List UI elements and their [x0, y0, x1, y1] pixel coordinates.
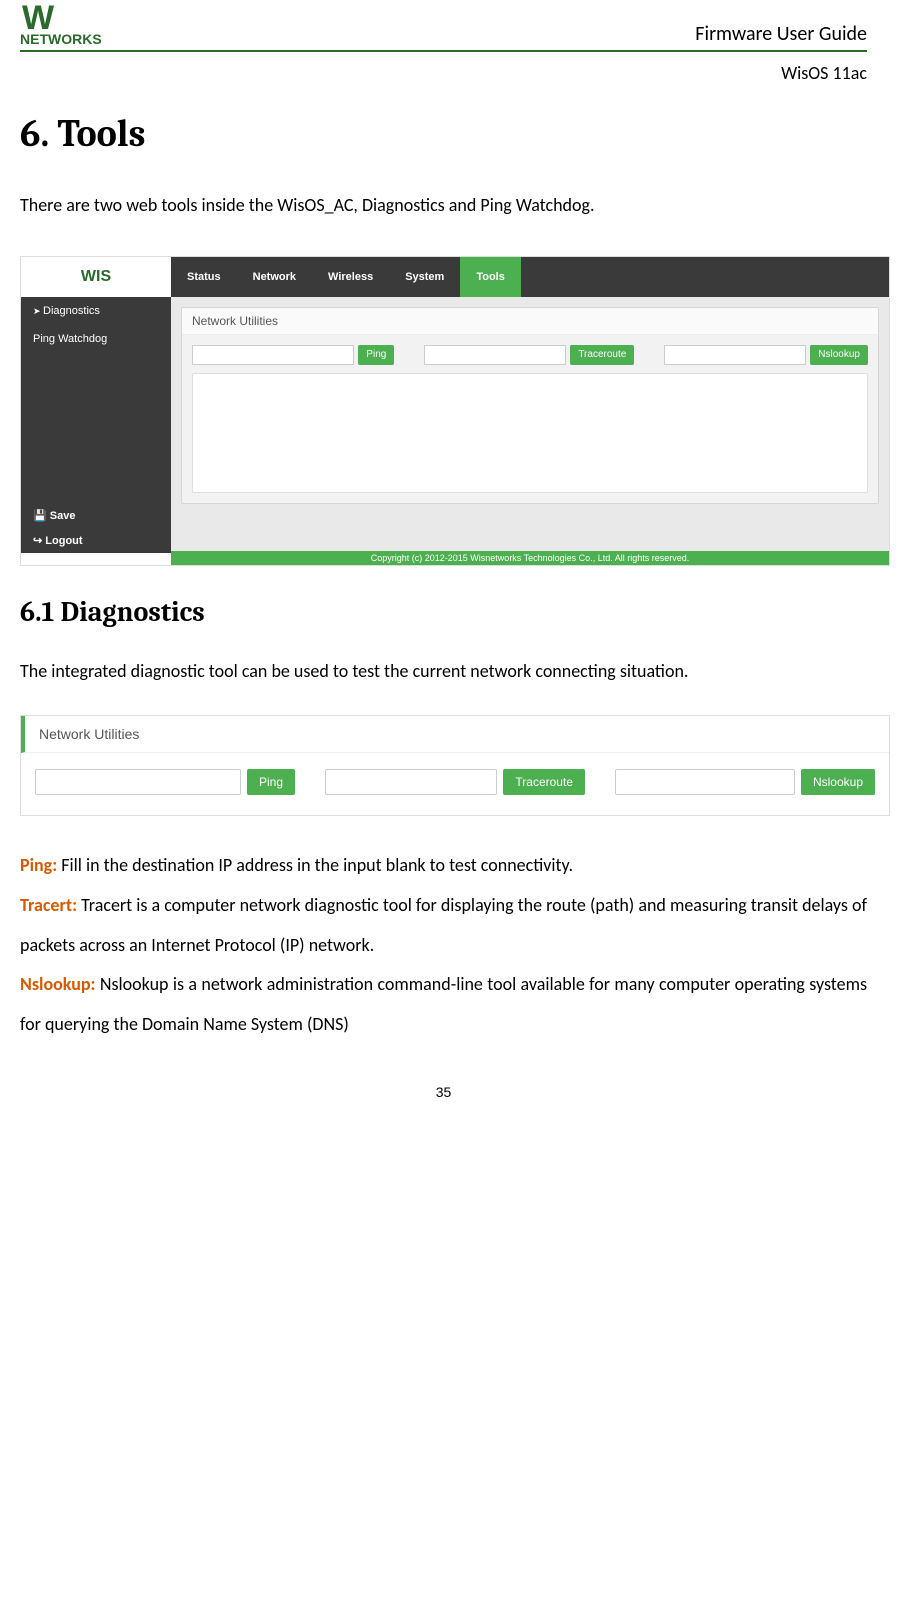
app-logo: WIS — [21, 257, 171, 297]
nslookup-term: Nslookup: — [20, 973, 96, 995]
screenshot-full-app: WIS Status Network Wireless System Tools… — [20, 256, 890, 566]
traceroute-input-zoom[interactable] — [325, 769, 497, 795]
sidebar: Diagnostics Ping Watchdog 💾 Save ↪ Logou… — [21, 297, 171, 553]
ping-button-zoom[interactable]: Ping — [247, 769, 295, 795]
heading-diagnostics: 6.1 Diagnostics — [20, 596, 867, 628]
wifi-icon: W — [22, 5, 102, 32]
ping-definition: Ping: Fill in the destination IP address… — [20, 846, 867, 886]
nslookup-definition: Nslookup: Nslookup is a network administ… — [20, 965, 867, 1044]
nav-network[interactable]: Network — [237, 257, 312, 297]
traceroute-button[interactable]: Traceroute — [570, 345, 634, 365]
doc-header: W NETWORKS Firmware User Guide — [20, 5, 867, 52]
tracert-term: Tracert: — [20, 894, 77, 916]
nslookup-input[interactable] — [664, 345, 806, 365]
panel-title-zoom: Network Utilities — [21, 716, 889, 753]
panel-title: Network Utilities — [182, 308, 878, 335]
ping-button[interactable]: Ping — [358, 345, 394, 365]
sidebar-item-ping-watchdog[interactable]: Ping Watchdog — [21, 325, 171, 353]
nslookup-button-zoom[interactable]: Nslookup — [801, 769, 875, 795]
nslookup-button[interactable]: Nslookup — [810, 345, 868, 365]
nav-wireless[interactable]: Wireless — [312, 257, 389, 297]
intro-paragraph: There are two web tools inside the WisOS… — [20, 186, 867, 226]
page-number: 35 — [20, 1084, 867, 1100]
sidebar-logout[interactable]: ↪ Logout — [21, 528, 171, 553]
ping-input-zoom[interactable] — [35, 769, 241, 795]
brand-logo: W NETWORKS — [20, 5, 102, 46]
nav-status[interactable]: Status — [171, 257, 237, 297]
guide-title: Firmware User Guide — [695, 22, 867, 46]
heading-tools: 6. Tools — [20, 112, 867, 156]
ping-input[interactable] — [192, 345, 354, 365]
nslookup-input-zoom[interactable] — [615, 769, 795, 795]
output-area — [192, 373, 868, 493]
ping-term: Ping: — [20, 854, 57, 876]
traceroute-input[interactable] — [424, 345, 566, 365]
nav-tools[interactable]: Tools — [460, 257, 521, 297]
sidebar-item-diagnostics[interactable]: Diagnostics — [21, 297, 171, 325]
sidebar-save[interactable]: 💾 Save — [21, 503, 171, 528]
diagnostics-paragraph: The integrated diagnostic tool can be us… — [20, 652, 867, 692]
screenshot-network-utilities: Network Utilities Ping Traceroute Nslook… — [20, 715, 890, 816]
guide-subtitle: WisOS 11ac — [20, 62, 867, 84]
tracert-definition: Tracert: Tracert is a computer network d… — [20, 886, 867, 965]
brand-sub: NETWORKS — [20, 32, 102, 46]
traceroute-button-zoom[interactable]: Traceroute — [503, 769, 585, 795]
app-copyright: Copyright (c) 2012-2015 Wisnetworks Tech… — [171, 551, 889, 565]
nav-system[interactable]: System — [389, 257, 460, 297]
